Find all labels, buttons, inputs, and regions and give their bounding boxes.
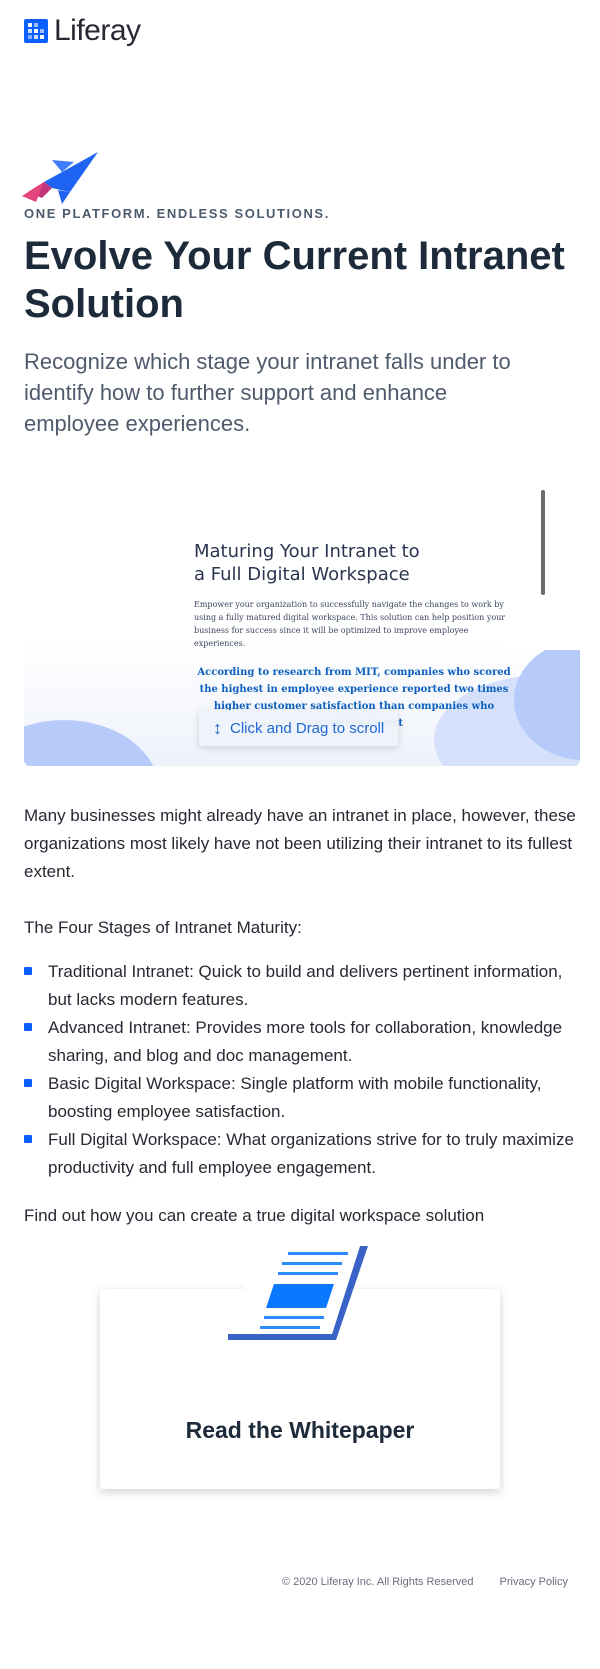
list-item: Advanced Intranet: Provides more tools f… xyxy=(24,1014,584,1070)
preview-scrollbar[interactable] xyxy=(541,490,545,595)
document-icon xyxy=(228,1246,368,1340)
vertical-arrows-icon: ↕ xyxy=(213,718,222,738)
list-item: Traditional Intranet: Quick to build and… xyxy=(24,958,584,1014)
document-title: Maturing Your Intranet to a Full Digital… xyxy=(194,541,420,585)
bullet-icon xyxy=(24,1135,32,1143)
stage-text: Basic Digital Workspace: Single platform… xyxy=(48,1074,542,1121)
rocket-icon xyxy=(22,152,98,204)
hero-eyebrow: ONE PLATFORM. ENDLESS SOLUTIONS. xyxy=(24,206,330,221)
hero-subtitle: Recognize which stage your intranet fall… xyxy=(24,349,511,436)
stages-list: Traditional Intranet: Quick to build and… xyxy=(24,958,584,1182)
document-body: Empower your organization to successfull… xyxy=(194,600,506,648)
document-preview[interactable]: Maturing Your Intranet to a Full Digital… xyxy=(24,490,580,766)
stage-text: Full Digital Workspace: What organizatio… xyxy=(48,1130,574,1177)
stages-heading: The Four Stages of Intranet Maturity: xyxy=(24,918,302,937)
privacy-policy-link[interactable]: Privacy Policy xyxy=(500,1576,568,1588)
liferay-logo-icon xyxy=(24,19,48,43)
drag-to-scroll-hint[interactable]: ↕ Click and Drag to scroll xyxy=(199,710,399,746)
stage-text: Advanced Intranet: Provides more tools f… xyxy=(48,1018,563,1065)
intro-paragraph: Many businesses might already have an in… xyxy=(24,806,576,881)
drag-hint-label: Click and Drag to scroll xyxy=(230,719,385,737)
bullet-icon xyxy=(24,1079,32,1087)
bullet-icon xyxy=(24,1023,32,1031)
cta-label: Read the Whitepaper xyxy=(185,1417,415,1443)
logo-text: Liferay xyxy=(54,14,141,47)
list-item: Basic Digital Workspace: Single platform… xyxy=(24,1070,584,1126)
closing-paragraph: Find out how you can create a true digit… xyxy=(24,1206,485,1225)
list-item: Full Digital Workspace: What organizatio… xyxy=(24,1126,584,1182)
document-page: Maturing Your Intranet to a Full Digital… xyxy=(194,540,524,732)
stage-text: Traditional Intranet: Quick to build and… xyxy=(48,962,563,1009)
bullet-icon xyxy=(24,967,32,975)
brand-logo[interactable]: Liferay xyxy=(24,14,141,48)
page-title: Evolve Your Current Intranet Solution xyxy=(24,234,565,326)
footer: © 2020 Liferay Inc. All Rights Reserved … xyxy=(282,1576,568,1588)
copyright-text: © 2020 Liferay Inc. All Rights Reserved xyxy=(281,1576,474,1588)
